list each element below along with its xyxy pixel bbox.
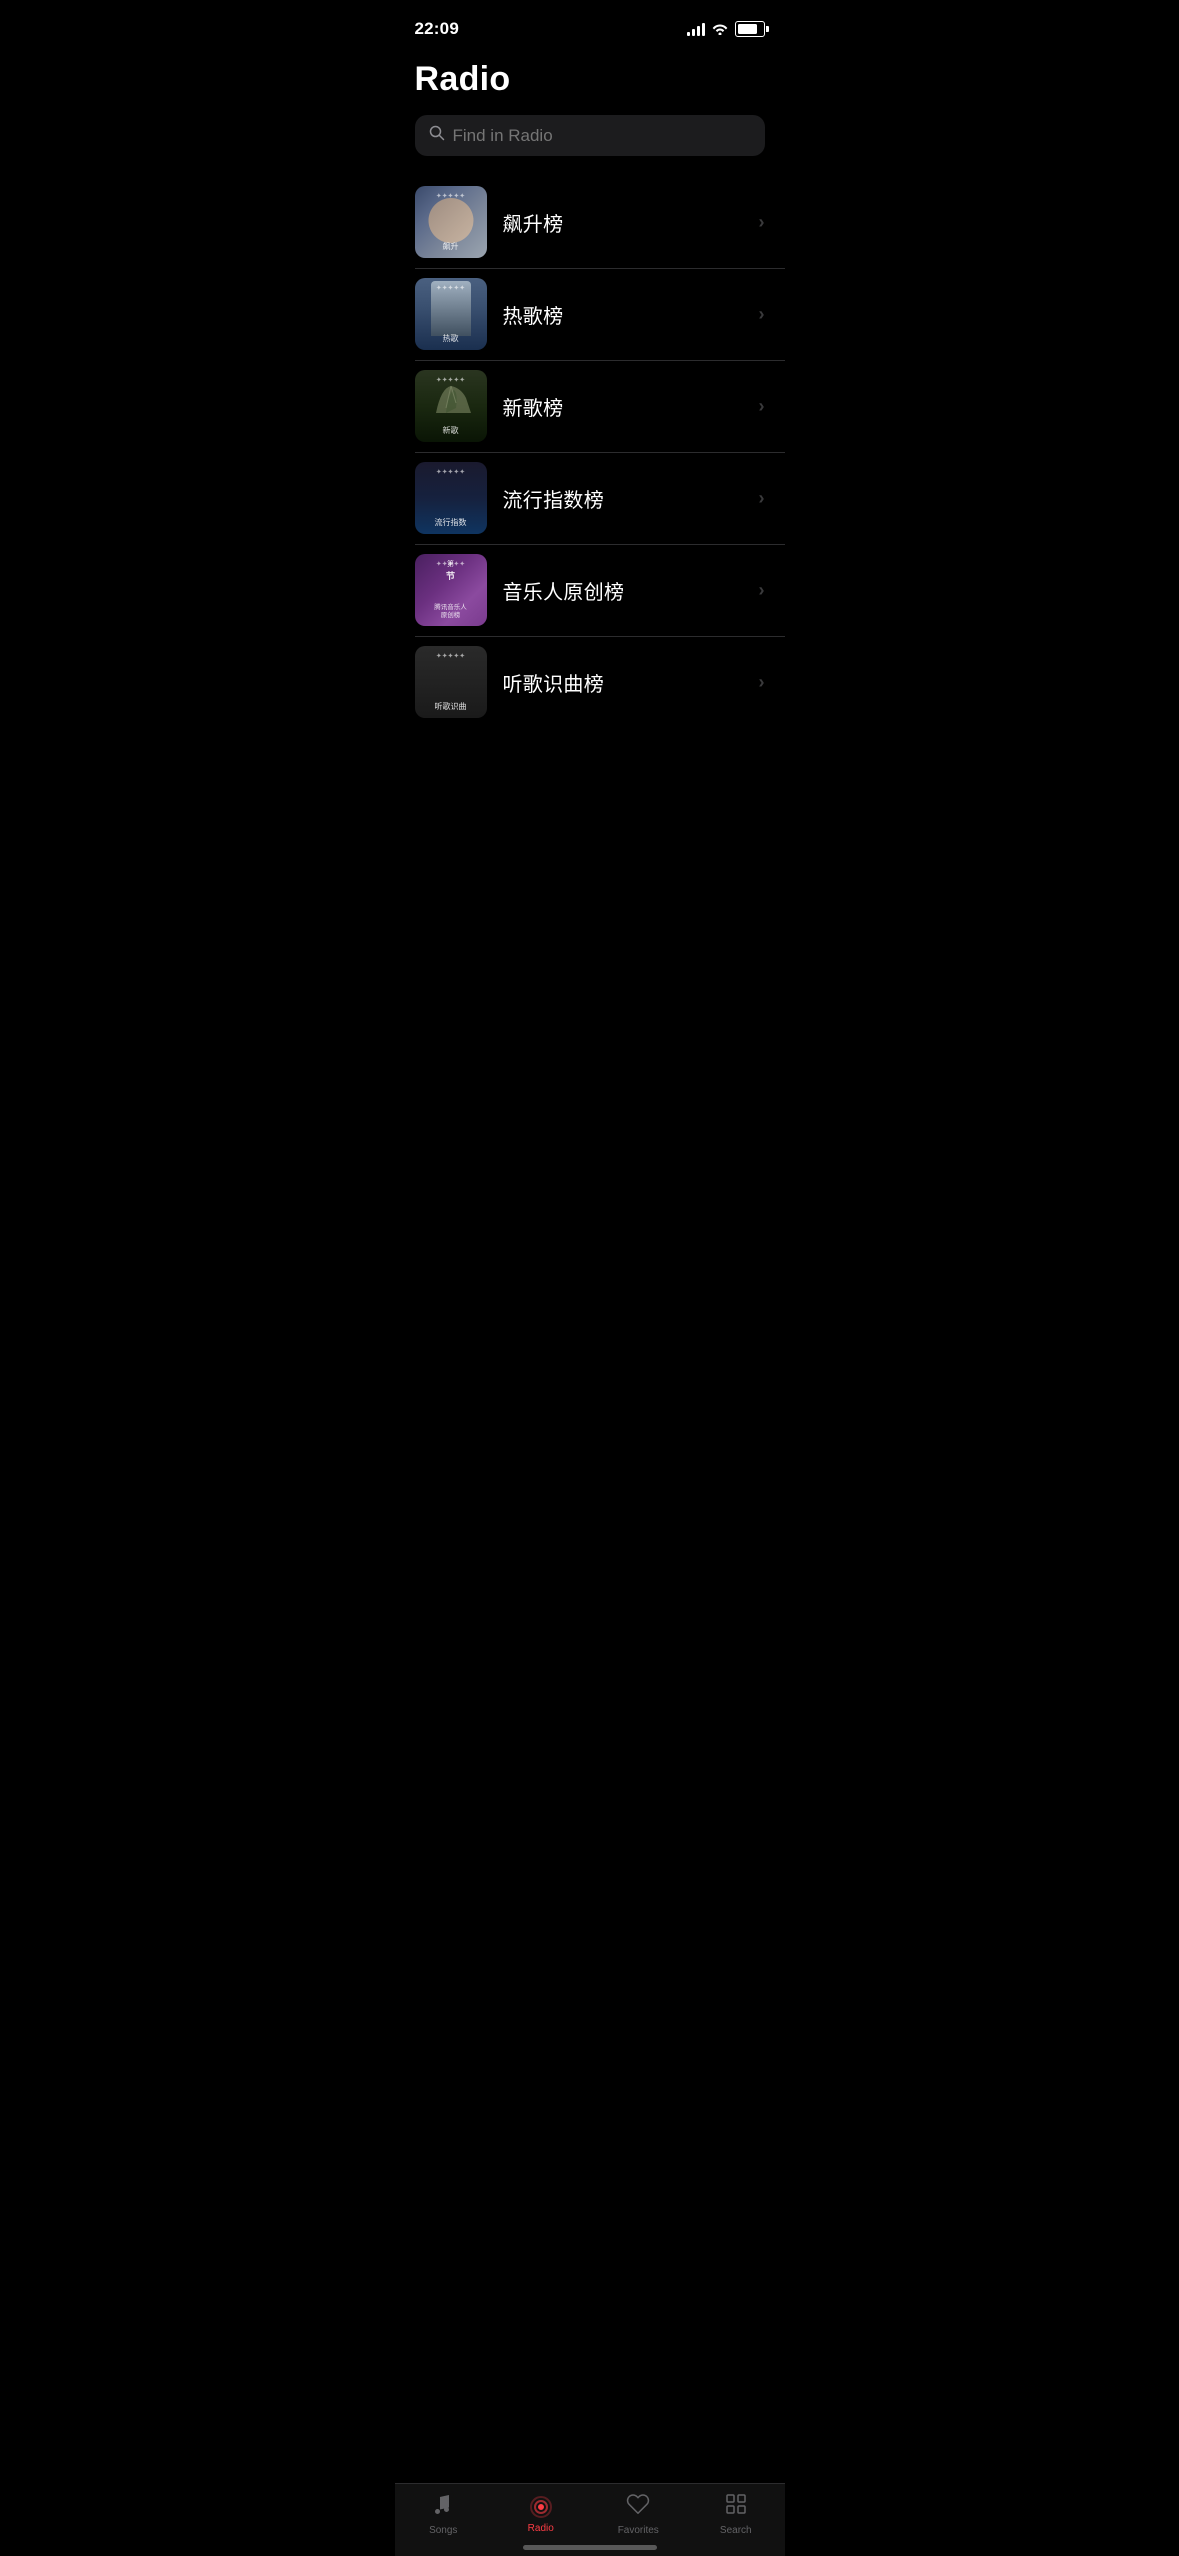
thumbnail-tingGe: ✦✦✦✦✦ 听歌识曲 bbox=[415, 646, 487, 718]
search-bar-icon bbox=[429, 125, 445, 146]
page-title: Radio bbox=[395, 50, 785, 115]
status-icons: 88 bbox=[687, 21, 765, 38]
songs-icon bbox=[431, 2492, 455, 2522]
thumbnail-reGe: ✦✦✦✦✦ 热歌 bbox=[415, 278, 487, 350]
list-item-liuXing[interactable]: ✦✦✦✦✦ 流行指数 流行指数榜 › bbox=[395, 452, 785, 544]
tab-songs[interactable]: Songs bbox=[408, 2492, 478, 2536]
tab-radio[interactable]: Radio bbox=[506, 2494, 576, 2534]
list-item-title-reGe: 热歌榜 bbox=[503, 300, 743, 329]
battery-icon: 88 bbox=[735, 21, 765, 37]
list-item-title-liuXing: 流行指数榜 bbox=[503, 484, 743, 513]
thumbnail-yuanChuang: ✦✦✦✦✦ 第节 腾讯音乐人原创榜 bbox=[415, 554, 487, 626]
list-item-reGe[interactable]: ✦✦✦✦✦ 热歌 热歌榜 › bbox=[395, 268, 785, 360]
signal-icon bbox=[687, 22, 705, 36]
status-time: 22:09 bbox=[415, 19, 459, 39]
thumbnail-feiSheng: ✦✦✦✦✦ 飙升 bbox=[415, 186, 487, 258]
thumbnail-liuXing: ✦✦✦✦✦ 流行指数 bbox=[415, 462, 487, 534]
list-item-title-yuanChuang: 音乐人原创榜 bbox=[503, 576, 743, 605]
chevron-icon-xinGe: › bbox=[759, 396, 765, 417]
chevron-icon-reGe: › bbox=[759, 304, 765, 325]
list-item-tingGe[interactable]: ✦✦✦✦✦ 听歌识曲 听歌识曲榜 › bbox=[395, 636, 785, 728]
tab-songs-label: Songs bbox=[429, 2525, 457, 2536]
wifi-icon bbox=[711, 21, 729, 38]
status-bar: 22:09 88 bbox=[395, 0, 785, 50]
search-bar-container bbox=[395, 115, 785, 176]
favorites-icon bbox=[626, 2492, 650, 2522]
search-tab-icon bbox=[724, 2492, 748, 2522]
chevron-icon-tingGe: › bbox=[759, 672, 765, 693]
chevron-icon-feiSheng: › bbox=[759, 212, 765, 233]
search-input[interactable] bbox=[453, 126, 751, 146]
tab-search-label: Search bbox=[720, 2525, 752, 2536]
tab-search[interactable]: Search bbox=[701, 2492, 771, 2536]
list-item-title-tingGe: 听歌识曲榜 bbox=[503, 668, 743, 697]
list-item-yuanChuang[interactable]: ✦✦✦✦✦ 第节 腾讯音乐人原创榜 音乐人原创榜 › bbox=[395, 544, 785, 636]
thumbnail-xinGe: ✦✦✦✦✦ 新歌 bbox=[415, 370, 487, 442]
radio-icon bbox=[528, 2494, 554, 2520]
list-item-title-xinGe: 新歌榜 bbox=[503, 392, 743, 421]
search-bar[interactable] bbox=[415, 115, 765, 156]
chevron-icon-yuanChuang: › bbox=[759, 580, 765, 601]
list-item-feiSheng[interactable]: ✦✦✦✦✦ 飙升 飙升榜 › bbox=[395, 176, 785, 268]
home-indicator bbox=[523, 2545, 657, 2550]
list-container: ✦✦✦✦✦ 飙升 飙升榜 › ✦✦✦✦✦ 热歌 热歌榜 › ✦✦✦✦✦ bbox=[395, 176, 785, 828]
tab-favorites[interactable]: Favorites bbox=[603, 2492, 673, 2536]
list-item-title-feiSheng: 飙升榜 bbox=[503, 208, 743, 237]
list-item-xinGe[interactable]: ✦✦✦✦✦ 新歌 新歌榜 › bbox=[395, 360, 785, 452]
chevron-icon-liuXing: › bbox=[759, 488, 765, 509]
tab-radio-label: Radio bbox=[528, 2523, 554, 2534]
tab-favorites-label: Favorites bbox=[618, 2525, 659, 2536]
